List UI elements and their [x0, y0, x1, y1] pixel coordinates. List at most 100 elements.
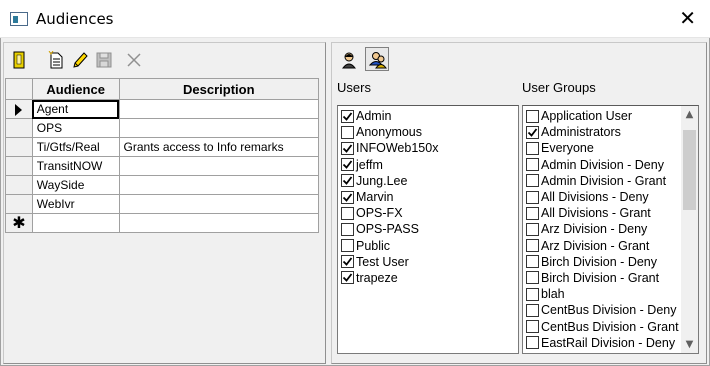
- list-item[interactable]: OPS-PASS: [338, 221, 518, 237]
- list-item[interactable]: blah: [523, 286, 698, 302]
- group-name: All Divisions - Grant: [541, 206, 651, 221]
- scroll-thumb[interactable]: [683, 130, 696, 210]
- description-cell[interactable]: [118, 99, 320, 119]
- checkbox[interactable]: [341, 158, 354, 172]
- row-selector[interactable]: [5, 175, 33, 195]
- checkbox[interactable]: [341, 271, 354, 285]
- description-cell[interactable]: [118, 213, 320, 233]
- row-selector[interactable]: [5, 118, 33, 138]
- list-item[interactable]: Administrators: [523, 124, 698, 140]
- list-item[interactable]: trapeze: [338, 270, 518, 286]
- checkbox[interactable]: [341, 222, 354, 236]
- checkbox[interactable]: [526, 141, 539, 155]
- list-item[interactable]: Arz Division - Grant: [523, 238, 698, 254]
- checkbox[interactable]: [526, 336, 539, 350]
- list-item[interactable]: Birch Division - Deny: [523, 254, 698, 270]
- list-item[interactable]: INFOWeb150x: [338, 140, 518, 156]
- row-selector[interactable]: [5, 156, 33, 176]
- audience-cell[interactable]: Agent: [31, 99, 120, 119]
- scroll-up-icon[interactable]: ▲: [681, 106, 698, 123]
- checkbox[interactable]: [526, 303, 539, 317]
- audience-cell[interactable]: WebIvr: [31, 194, 120, 214]
- table-row[interactable]: Agent: [5, 99, 320, 119]
- list-item[interactable]: OPS-FX: [338, 205, 518, 221]
- list-item[interactable]: Everyone: [523, 140, 698, 156]
- list-item[interactable]: Application User: [523, 108, 698, 124]
- checkbox[interactable]: [526, 125, 539, 139]
- checkbox[interactable]: [526, 287, 539, 301]
- user-name: INFOWeb150x: [356, 141, 439, 156]
- check-icon: [527, 128, 538, 137]
- vertical-scrollbar[interactable]: ▲ ▼: [681, 106, 698, 353]
- delete-button[interactable]: [121, 47, 145, 71]
- checkbox[interactable]: [526, 239, 539, 253]
- checkbox[interactable]: [341, 239, 354, 253]
- list-item[interactable]: jeffm: [338, 157, 518, 173]
- description-cell[interactable]: [118, 156, 320, 176]
- table-row[interactable]: Ti/Gtfs/Real Grants access to Info remar…: [5, 137, 320, 157]
- list-item[interactable]: Arz Division - Deny: [523, 221, 698, 237]
- list-item[interactable]: Public: [338, 238, 518, 254]
- row-selector[interactable]: [5, 137, 33, 157]
- list-item[interactable]: Admin Division - Grant: [523, 173, 698, 189]
- list-item[interactable]: Birch Division - Grant: [523, 270, 698, 286]
- audience-cell[interactable]: Ti/Gtfs/Real: [31, 137, 120, 157]
- checkbox[interactable]: [341, 255, 354, 269]
- column-header-description[interactable]: Description: [118, 78, 320, 100]
- list-item[interactable]: CentBus Division - Deny: [523, 302, 698, 318]
- scroll-down-icon[interactable]: ▼: [681, 336, 698, 353]
- checkbox[interactable]: [526, 271, 539, 285]
- row-selector[interactable]: [5, 99, 33, 119]
- list-item[interactable]: Jung.Lee: [338, 173, 518, 189]
- description-cell[interactable]: [118, 118, 320, 138]
- user-groups-list[interactable]: Application User Administrators Everyone…: [522, 105, 699, 354]
- new-row[interactable]: ✱: [5, 213, 320, 233]
- audience-cell[interactable]: [31, 213, 120, 233]
- edit-button[interactable]: [67, 47, 91, 71]
- users-list[interactable]: Admin Anonymous INFOWeb150x jeffm Jung.L…: [337, 105, 519, 354]
- checkbox[interactable]: [526, 206, 539, 220]
- table-row[interactable]: TransitNOW: [5, 156, 320, 176]
- checkbox[interactable]: [341, 174, 354, 188]
- list-item[interactable]: Admin: [338, 108, 518, 124]
- checkbox[interactable]: [526, 190, 539, 204]
- description-cell[interactable]: [118, 175, 320, 195]
- checkbox[interactable]: [526, 109, 539, 123]
- list-item[interactable]: Anonymous: [338, 124, 518, 140]
- audience-cell[interactable]: WaySide: [31, 175, 120, 195]
- checkbox[interactable]: [341, 109, 354, 123]
- user-name: Public: [356, 238, 391, 253]
- list-item[interactable]: CentBus Division - Grant: [523, 318, 698, 334]
- checkbox[interactable]: [341, 206, 354, 220]
- checkbox[interactable]: [526, 174, 539, 188]
- checkbox[interactable]: [341, 125, 354, 139]
- close-button[interactable]: ✕: [679, 8, 696, 28]
- audience-cell[interactable]: TransitNOW: [31, 156, 120, 176]
- new-button[interactable]: [43, 47, 67, 71]
- list-item[interactable]: All Divisions - Grant: [523, 205, 698, 221]
- checkbox[interactable]: [526, 222, 539, 236]
- checkbox[interactable]: [526, 158, 539, 172]
- group-view-button[interactable]: [365, 47, 389, 71]
- save-button[interactable]: [91, 47, 115, 71]
- open-button[interactable]: [6, 47, 30, 71]
- list-item[interactable]: Test User: [338, 254, 518, 270]
- table-row[interactable]: OPS: [5, 118, 320, 138]
- table-row[interactable]: WebIvr: [5, 194, 320, 214]
- checkbox[interactable]: [341, 190, 354, 204]
- row-selector[interactable]: ✱: [5, 213, 33, 233]
- row-selector[interactable]: [5, 194, 33, 214]
- list-item[interactable]: Admin Division - Deny: [523, 157, 698, 173]
- column-header-audience[interactable]: Audience: [31, 78, 120, 100]
- description-cell[interactable]: Grants access to Info remarks: [118, 137, 320, 157]
- checkbox[interactable]: [526, 255, 539, 269]
- list-item[interactable]: Marvin: [338, 189, 518, 205]
- audience-cell[interactable]: OPS: [31, 118, 120, 138]
- list-item[interactable]: All Divisions - Deny: [523, 189, 698, 205]
- table-row[interactable]: WaySide: [5, 175, 320, 195]
- user-view-button[interactable]: [336, 47, 360, 71]
- checkbox[interactable]: [526, 320, 539, 334]
- list-item[interactable]: EastRail Division - Deny: [523, 335, 698, 351]
- description-cell[interactable]: [118, 194, 320, 214]
- checkbox[interactable]: [341, 141, 354, 155]
